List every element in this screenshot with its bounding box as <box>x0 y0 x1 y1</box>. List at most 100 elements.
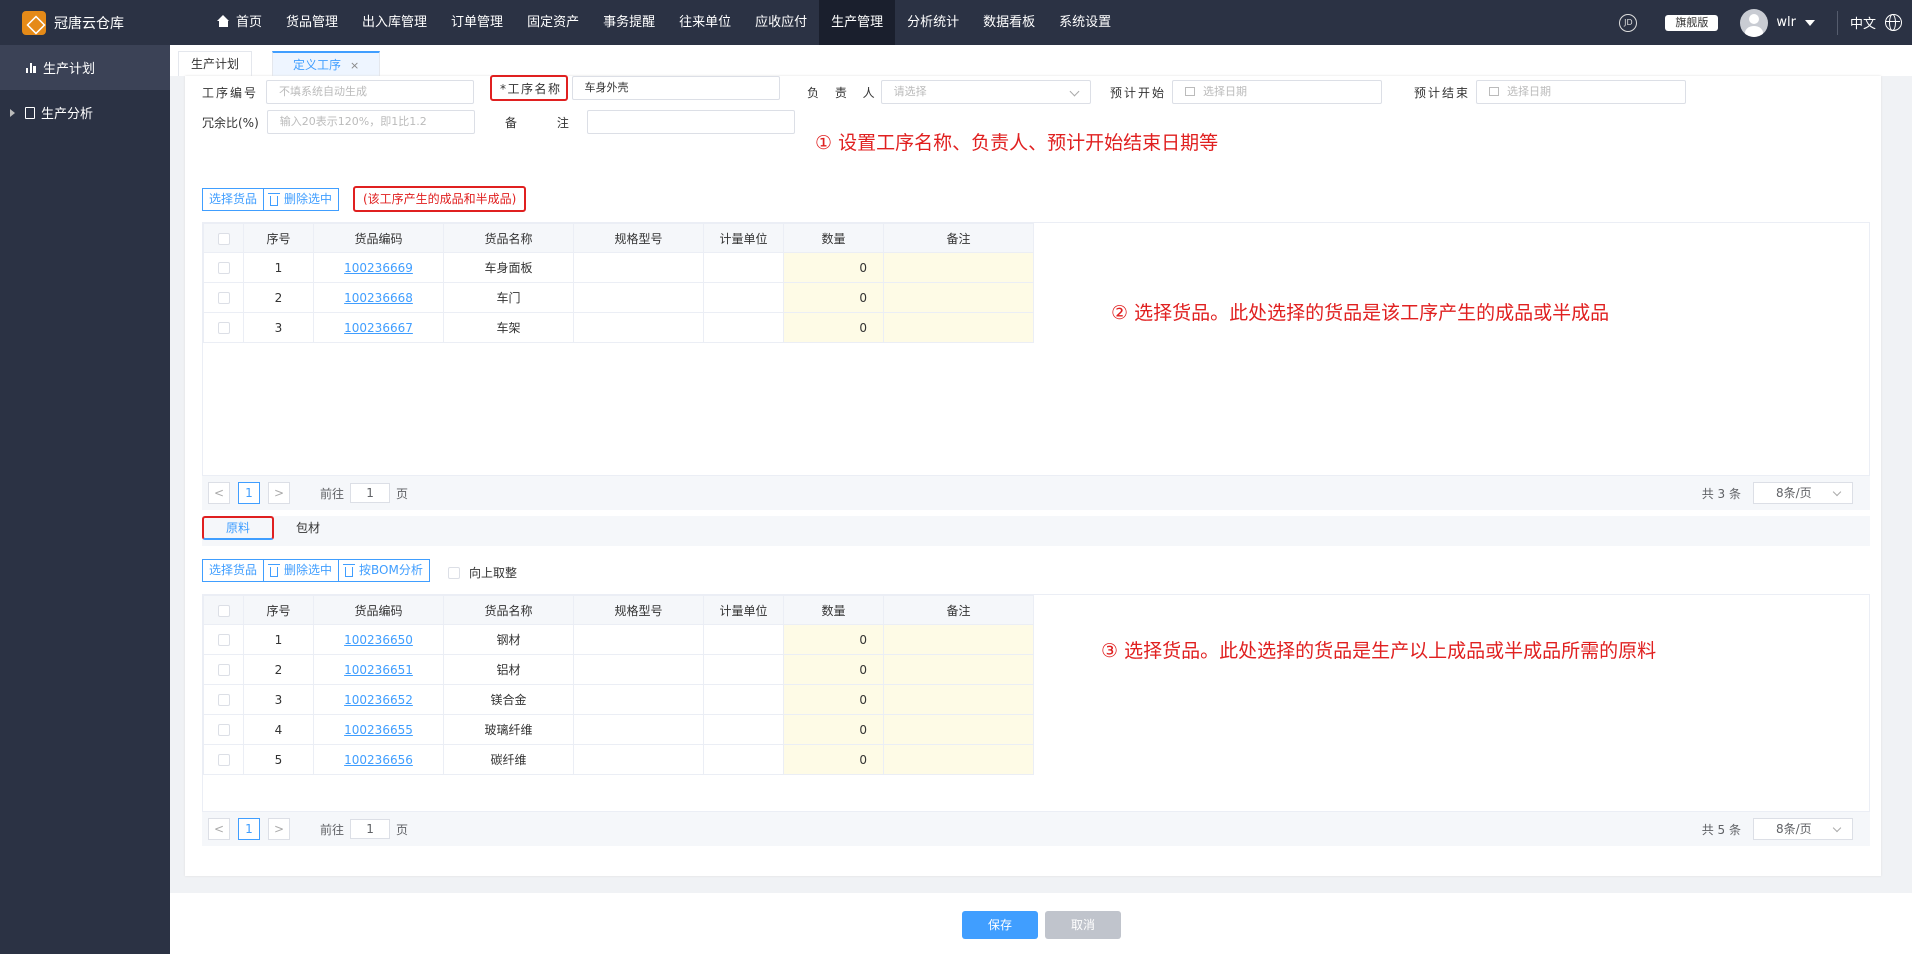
redundancy-input[interactable]: 输入20表示120%，即1比1.2 <box>266 110 475 134</box>
goods-code-link[interactable]: 100236650 <box>313 624 444 655</box>
checkbox[interactable] <box>217 694 230 706</box>
form-row-1: 工序编号 不填系统自动生成 <box>202 80 475 104</box>
sidebar-item-plan[interactable]: 生产计划 <box>0 45 170 90</box>
quantity-input[interactable]: 0 <box>783 684 884 715</box>
nav-finance[interactable]: 应收应付 <box>743 0 819 45</box>
chevron-down-icon[interactable] <box>1804 19 1815 26</box>
globe-icon[interactable] <box>1885 13 1902 31</box>
quantity-input[interactable]: 0 <box>783 624 884 655</box>
language-switch[interactable]: 中文 <box>1850 13 1876 32</box>
goods-code-link[interactable]: 100236655 <box>313 714 444 745</box>
tab-packaging[interactable]: 包材 <box>274 517 342 545</box>
goods-code-link[interactable]: 100236669 <box>313 252 444 283</box>
remark-cell[interactable] <box>883 714 1034 745</box>
goto-page-input[interactable]: 1 <box>350 819 391 839</box>
page-size-select[interactable]: 8条/页 <box>1753 482 1853 504</box>
annotation-3: ③ 选择货品。此处选择的货品是生产以上成品或半成品所需的原料 <box>1101 640 1657 662</box>
remark-cell[interactable] <box>883 684 1034 715</box>
goods-code-link[interactable]: 100236668 <box>313 282 444 313</box>
owner-select[interactable]: 请选择 <box>880 80 1091 104</box>
col-header: 规格型号 <box>573 595 704 625</box>
remark-cell[interactable] <box>883 624 1034 655</box>
nav-assets[interactable]: 固定资产 <box>515 0 591 45</box>
tab-define-process[interactable]: 定义工序 × <box>272 51 380 76</box>
quantity-input[interactable]: 0 <box>783 312 884 343</box>
tab-raw-materials[interactable]: 原料 <box>202 516 275 540</box>
spec-cell <box>573 252 704 283</box>
goto-page-input[interactable]: 1 <box>350 483 391 503</box>
page-size-select[interactable]: 8条/页 <box>1753 818 1853 840</box>
table-row: 2 100236668 车门 0 <box>203 282 1034 313</box>
checkbox[interactable] <box>217 634 230 646</box>
sidebar-item-analysis[interactable]: 生产分析 <box>0 90 170 135</box>
page-unit-label: 页 <box>396 822 409 837</box>
quantity-input[interactable]: 0 <box>783 744 884 775</box>
nav-settings[interactable]: 系统设置 <box>1047 0 1123 45</box>
select-goods-button[interactable]: 选择货品 <box>202 559 265 582</box>
goods-code-link[interactable]: 100236651 <box>313 654 444 685</box>
nav-inout[interactable]: 出入库管理 <box>350 0 439 45</box>
quantity-input[interactable]: 0 <box>783 654 884 685</box>
page-1-button[interactable]: 1 <box>238 482 260 504</box>
goods-code-link[interactable]: 100236667 <box>313 312 444 343</box>
checkbox[interactable] <box>217 262 230 274</box>
select-all[interactable] <box>203 595 244 625</box>
quantity-input[interactable]: 0 <box>783 282 884 313</box>
process-name-input[interactable]: 车身外壳 <box>571 76 780 100</box>
select-all[interactable] <box>203 223 244 253</box>
remark-cell[interactable] <box>883 654 1034 685</box>
goods-code-link[interactable]: 100236656 <box>313 744 444 775</box>
bom-analysis-button[interactable]: 按BOM分析 <box>338 559 430 582</box>
quantity-input[interactable]: 0 <box>783 252 884 283</box>
remark-cell[interactable] <box>883 744 1034 775</box>
nav-home[interactable]: 首页 <box>205 0 274 45</box>
nav-dashboard[interactable]: 数据看板 <box>971 0 1047 45</box>
avatar[interactable] <box>1740 8 1769 37</box>
nav-orders[interactable]: 订单管理 <box>439 0 515 45</box>
remark-cell[interactable] <box>883 252 1034 283</box>
nav-analysis[interactable]: 分析统计 <box>895 0 971 45</box>
cancel-button[interactable]: 取消 <box>1045 911 1121 939</box>
round-up-option[interactable]: 向上取整 <box>448 564 517 581</box>
tab-production-plan[interactable]: 生产计划 <box>178 51 253 76</box>
unit-cell <box>703 744 784 775</box>
table-header: 序号 货品编码 货品名称 规格型号 计量单位 数量 备注 <box>203 223 1034 253</box>
nav-production[interactable]: 生产管理 <box>819 0 896 45</box>
process-code-input[interactable]: 不填系统自动生成 <box>266 80 475 104</box>
goods-code-link[interactable]: 100236652 <box>313 684 444 715</box>
close-icon[interactable]: × <box>350 59 359 72</box>
quantity-input[interactable]: 0 <box>783 714 884 745</box>
delete-selected-button[interactable]: 删除选中 <box>263 188 340 211</box>
remark-input[interactable] <box>586 110 795 134</box>
checkbox[interactable] <box>217 664 230 676</box>
user-name[interactable]: wlr <box>1776 15 1796 30</box>
checkbox[interactable] <box>217 604 230 617</box>
remark-cell[interactable] <box>883 312 1034 343</box>
unit-cell <box>703 654 784 685</box>
page-1-button[interactable]: 1 <box>238 818 260 840</box>
goods-name: 碳纤维 <box>443 744 574 775</box>
end-date-label: 预计结束 <box>1414 85 1471 100</box>
app-logo[interactable]: 冠唐云仓库 <box>0 0 170 45</box>
select-goods-button[interactable]: 选择货品 <box>202 188 265 211</box>
prev-page-button[interactable]: < <box>208 482 230 504</box>
end-date-input[interactable]: 选择日期 <box>1476 80 1687 104</box>
start-date-input[interactable]: 选择日期 <box>1172 80 1383 104</box>
delete-selected-button[interactable]: 删除选中 <box>263 559 340 582</box>
jd-icon[interactable]: JD <box>1619 13 1638 32</box>
checkbox[interactable] <box>217 724 230 736</box>
checkbox[interactable] <box>448 566 460 579</box>
checkbox[interactable] <box>217 754 230 766</box>
remark-cell[interactable] <box>883 282 1034 313</box>
next-page-button[interactable]: > <box>268 818 290 840</box>
next-page-button[interactable]: > <box>268 482 290 504</box>
nav-goods[interactable]: 货品管理 <box>274 0 350 45</box>
col-header: 货品名称 <box>443 223 574 253</box>
save-button[interactable]: 保存 <box>962 911 1038 939</box>
checkbox[interactable] <box>217 292 230 304</box>
prev-page-button[interactable]: < <box>208 818 230 840</box>
checkbox[interactable] <box>217 232 230 245</box>
nav-partners[interactable]: 往来单位 <box>667 0 743 45</box>
checkbox[interactable] <box>217 322 230 334</box>
nav-reminders[interactable]: 事务提醒 <box>591 0 667 45</box>
